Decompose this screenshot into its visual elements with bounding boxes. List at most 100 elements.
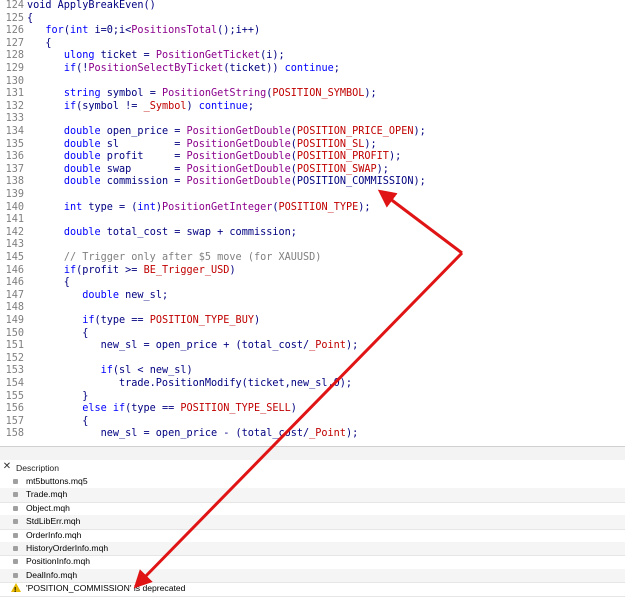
- code-editor[interactable]: 124 void ApplyBreakEven() 125{126 for(int …: [0, 0, 625, 446]
- code-token: new_sl = open_price + (total_cost/: [27, 340, 310, 352]
- code-token: PositionGetDouble: [186, 138, 291, 150]
- line-number: 133: [5, 113, 24, 125]
- code-token: continue: [198, 100, 248, 112]
- description-column-header[interactable]: Description: [16, 463, 59, 473]
- code-token: ): [290, 403, 297, 415]
- code-token: continue: [284, 63, 334, 74]
- code-token: int: [63, 201, 83, 213]
- code-text: if(sl < new_sl): [27, 365, 193, 378]
- code-token: (!: [76, 63, 89, 74]
- code-text: double sl = PositionGetDouble(POSITION_S…: [27, 139, 377, 152]
- message-row[interactable]: PositionInfo.mqh: [0, 555, 625, 570]
- code-token: POSITION_TYPE_BUY: [149, 315, 254, 326]
- file-icon: [13, 519, 18, 525]
- message-row[interactable]: HistoryOrderInfo.mqh: [0, 542, 625, 557]
- code-token: double: [63, 151, 101, 163]
- code-token: POSITION_SWAP: [296, 163, 377, 175]
- code-text: if(type == POSITION_TYPE_BUY): [27, 315, 260, 328]
- code-text: double profit = PositionGetDouble(POSITI…: [27, 151, 401, 164]
- code-token: new_sl = open_price - (total_cost/: [27, 428, 310, 440]
- code-token: _Symbol: [143, 100, 187, 112]
- code-token: );: [413, 126, 426, 137]
- code-token: ): [229, 264, 236, 276]
- code-text: new_sl = open_price - (total_cost/_Point…: [27, 428, 359, 441]
- code-token: int: [137, 201, 156, 213]
- code-text: int type = (int)PositionGetInteger(POSIT…: [27, 202, 371, 215]
- code-token: );: [364, 88, 377, 100]
- code-token: );: [364, 138, 377, 150]
- line-number: 129: [5, 63, 24, 74]
- code-token: PositionGetDouble: [186, 163, 291, 175]
- file-icon: [13, 492, 18, 498]
- message-text: OrderInfo.mqh: [26, 529, 82, 540]
- line-number: 140: [5, 201, 24, 213]
- code-token: BE_Trigger_USD: [143, 264, 230, 276]
- code-token: POSITION_TYPE_SELL: [180, 403, 291, 415]
- code-token: else if: [82, 403, 126, 415]
- code-token: POSITION_SL: [296, 138, 365, 150]
- message-row[interactable]: DealInfo.mqh: [0, 568, 625, 584]
- code-token: {: [27, 12, 34, 24]
- line-number: 135: [5, 138, 24, 150]
- code-token: ticket =: [94, 50, 156, 62]
- line-number: 146: [5, 264, 24, 276]
- code-text: trade.PositionModify(ticket,new_sl,0);: [27, 378, 352, 391]
- line-number: 149: [5, 315, 24, 326]
- message-text: HistoryOrderInfo.mqh: [26, 543, 109, 553]
- message-row[interactable]: StdLibErr.mqh: [0, 515, 625, 530]
- code-token: swap =: [100, 163, 187, 175]
- message-row[interactable]: OrderInfo.mqh: [0, 529, 625, 543]
- message-row[interactable]: Object.mqh: [0, 502, 625, 517]
- line-number: 150: [5, 327, 24, 339]
- code-token: double: [63, 138, 101, 150]
- code-text: {: [27, 416, 88, 429]
- line-number: 156: [5, 403, 24, 415]
- close-icon[interactable]: ✕: [2, 462, 12, 472]
- file-icon: [13, 532, 18, 538]
- code-token: ;: [333, 63, 340, 74]
- code-token: (symbol !=: [76, 100, 144, 112]
- code-token: double: [63, 176, 101, 188]
- warning-icon: !: [11, 583, 21, 594]
- line-number: 141: [5, 214, 24, 226]
- warning-row[interactable]: ! 'POSITION_COMMISSION' is deprecated: [0, 582, 625, 597]
- code-token: total_cost = swap + commission;: [100, 226, 297, 238]
- code-token: symbol =: [100, 88, 162, 100]
- line-number: 158: [5, 428, 24, 440]
- line-number: 146: [5, 277, 24, 289]
- code-token: );: [376, 163, 389, 175]
- code-token: string: [63, 88, 101, 100]
- code-text: double total_cost = swap + commission;: [27, 227, 297, 240]
- code-token: {: [27, 277, 70, 289]
- line-number: 157: [5, 415, 24, 427]
- code-token: POSITION_TYPE: [278, 201, 359, 213]
- line-number: 126: [5, 25, 24, 37]
- code-token: ();i++): [217, 25, 261, 37]
- code-token: PositionsTotal: [131, 25, 218, 37]
- code-text: double swap = PositionGetDouble(POSITION…: [27, 164, 389, 177]
- message-text: PositionInfo.mqh: [26, 556, 91, 567]
- message-row[interactable]: mt5buttons.mq5: [0, 475, 625, 490]
- message-text: DealInfo.mqh: [26, 569, 78, 580]
- message-text: mt5buttons.mq5: [26, 476, 88, 486]
- line-number: 131: [5, 88, 24, 100]
- line-number: 155: [5, 390, 24, 402]
- code-token: PositionGetDouble: [186, 176, 291, 188]
- message-row[interactable]: Trade.mqh: [0, 488, 625, 503]
- code-token: PositionGetString: [161, 88, 267, 100]
- code-token: i=0;i<: [88, 25, 132, 37]
- code-token: if: [63, 63, 77, 74]
- errors-panel: ✕ Description mt5buttons.mq5 Trade.mqh Obj…: [0, 460, 625, 601]
- message-text: StdLibErr.mqh: [26, 516, 81, 527]
- line-number: 137: [5, 163, 24, 175]
- line-number: 136: [5, 151, 24, 163]
- code-token: new_sl;: [119, 289, 169, 301]
- code-token: );: [345, 340, 359, 352]
